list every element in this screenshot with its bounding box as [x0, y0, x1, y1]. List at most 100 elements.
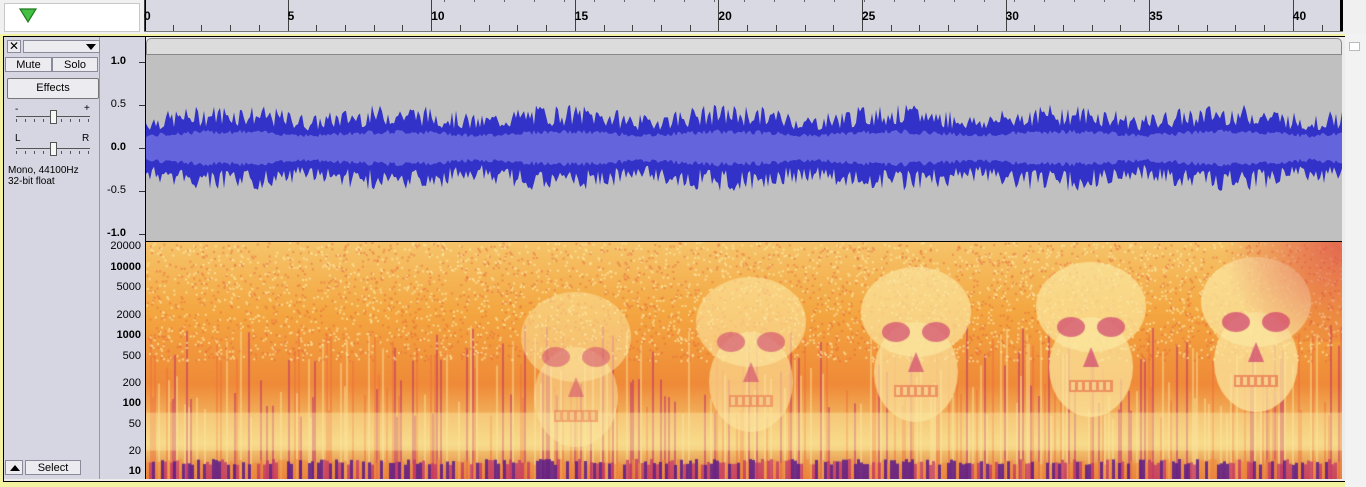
ruler-minor-tick [632, 25, 634, 31]
ruler-label: 10 [431, 9, 445, 23]
ruler-minor-tick [948, 25, 950, 31]
slider-tick [88, 151, 89, 154]
slider-tick [70, 119, 71, 122]
ruler-minor-tick [258, 25, 260, 31]
waveform-scale-label: 0.5 [110, 98, 126, 110]
ruler-minor-tick [1235, 25, 1237, 31]
ruler-minor-tick [804, 25, 806, 31]
slider-tick [34, 151, 35, 154]
pan-left-label: L [15, 133, 21, 144]
waveform-scale-label: -0.5 [107, 184, 126, 196]
spectrogram-view[interactable] [146, 242, 1342, 479]
spectrogram-scale-label: 50 [128, 417, 141, 430]
ruler-top-mark [474, 0, 475, 2]
ruler-top-mark [924, 0, 925, 2]
ruler-top-mark [774, 0, 775, 2]
play-indicator-area [4, 3, 140, 32]
effects-button[interactable]: Effects [7, 78, 99, 99]
waveform-scale-tick [139, 191, 145, 192]
clip-title-bar[interactable] [146, 38, 1342, 55]
solo-button[interactable]: Solo [52, 57, 98, 72]
ruler-minor-tick [660, 25, 662, 31]
ruler-minor-tick [1206, 25, 1208, 31]
slider-tick [16, 151, 17, 154]
waveform [146, 104, 1342, 192]
spectrogram-scale-label: 200 [122, 376, 141, 389]
ruler-minor-tick [1063, 25, 1065, 31]
ruler-label: 20 [718, 9, 732, 23]
ruler-top-mark [894, 0, 895, 2]
ruler-top-marks [444, 0, 1144, 2]
ruler-minor-tick [1091, 25, 1093, 31]
spectrogram-scale-label: 100 [122, 397, 141, 410]
ruler-top-mark [834, 0, 835, 2]
slider-tick [61, 119, 62, 122]
gain-plus-label: + [84, 103, 90, 114]
ruler-minor-tick [919, 25, 921, 31]
ruler-top-mark [624, 0, 625, 2]
vertical-scroll-area[interactable] [1345, 34, 1366, 487]
ruler-minor-tick [1177, 25, 1179, 31]
ruler-label: 35 [1149, 9, 1163, 23]
collapse-track-button[interactable] [5, 460, 23, 475]
ruler-top-mark [1134, 0, 1135, 2]
slider-tick [25, 119, 26, 122]
waveform-scale-tick [139, 62, 145, 63]
ruler-minor-tick [747, 25, 749, 31]
ruler-top-mark [504, 0, 505, 2]
ruler-minor-tick [345, 25, 347, 31]
ruler-top-mark [1074, 0, 1075, 2]
waveform-scale-label: 0.0 [110, 141, 126, 153]
ruler-minor-tick [603, 25, 605, 31]
slider-tick [70, 151, 71, 154]
spectrogram-scale-label: 1000 [116, 329, 141, 342]
ruler-top-mark [864, 0, 865, 2]
ruler-label: 0 [144, 9, 151, 23]
ruler-end-marker [1340, 0, 1343, 31]
slider-tick [43, 119, 44, 122]
ruler-top-mark [1044, 0, 1045, 2]
ruler-minor-tick [230, 25, 232, 31]
track-info: Mono, 44100Hz 32-bit float [8, 165, 79, 187]
ruler-top-mark [744, 0, 745, 2]
track-name-menu[interactable] [23, 40, 100, 53]
ruler-top-mark [1104, 0, 1105, 2]
slider-tick [79, 151, 80, 154]
ruler-label: 5 [287, 9, 295, 23]
ruler-minor-tick [1120, 25, 1122, 31]
ruler-minor-tick [517, 25, 519, 31]
ruler-top-mark [954, 0, 955, 2]
spectrogram-scale-label: 500 [122, 349, 141, 362]
slider-tick [16, 119, 17, 122]
ruler-top-mark [1014, 0, 1015, 2]
ruler-top-mark [984, 0, 985, 2]
mute-button[interactable]: Mute [5, 57, 52, 72]
pan-slider[interactable] [50, 142, 57, 156]
timeline-toolbar: 0 5 10 15 20 25 30 35 40 [0, 0, 1366, 34]
spectrogram-scale-label: 20 [128, 444, 141, 457]
spectrogram-scale-label: 5000 [116, 281, 141, 294]
ruler-minor-tick [833, 25, 835, 31]
gain-slider[interactable] [50, 110, 57, 124]
waveform-scale-tick [139, 105, 145, 106]
track-bitdepth-label: 32-bit float [8, 176, 55, 187]
ruler-top-mark [594, 0, 595, 2]
ruler-minor-tick [1264, 25, 1266, 31]
timeline-ruler[interactable]: 0 5 10 15 20 25 30 35 40 [144, 0, 1343, 32]
ruler-top-mark [714, 0, 715, 2]
close-track-button[interactable]: ✕ [7, 40, 21, 53]
slider-tick [88, 119, 89, 122]
ruler-minor-tick [775, 25, 777, 31]
track-control-panel: ✕ Mute Solo Effects - + L R Mono, 44100H… [4, 37, 100, 479]
play-triangle-icon[interactable] [18, 7, 38, 25]
ruler-minor-tick [1321, 25, 1323, 31]
ruler-top-mark [444, 0, 445, 2]
ruler-minor-tick [172, 25, 174, 31]
waveform-view[interactable] [146, 55, 1342, 241]
waveform-scale-label: 1.0 [110, 55, 126, 67]
select-track-button[interactable]: Select [25, 460, 81, 475]
collapse-up-arrow-icon [10, 465, 20, 471]
vertical-scale[interactable]: 1.0 0.5 0.0 -0.5 -1.0 20000 10000 5000 2000 1000 5… [100, 37, 146, 479]
spectrogram-scale-label: 2000 [116, 308, 141, 321]
slider-tick [61, 151, 62, 154]
